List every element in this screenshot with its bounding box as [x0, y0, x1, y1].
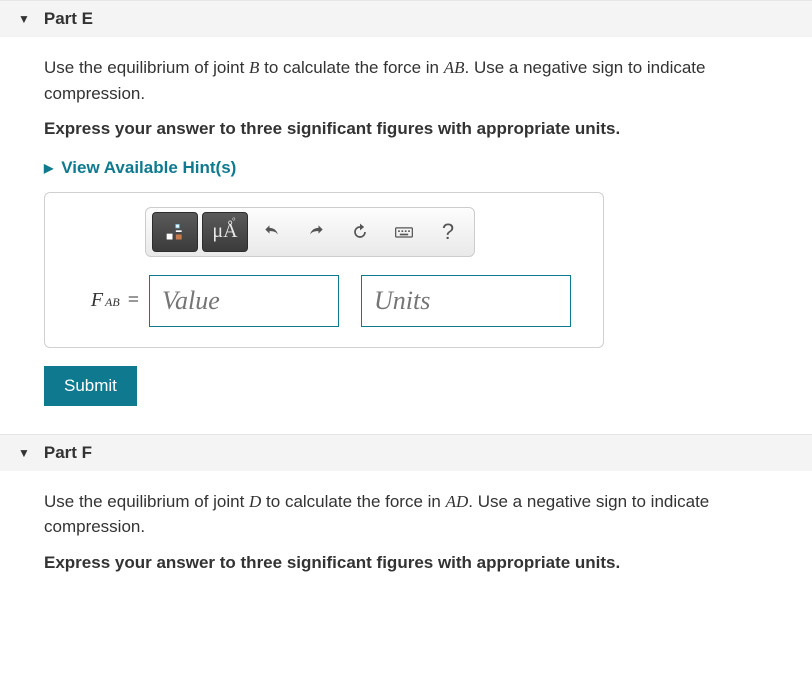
answer-row: FAB =	[61, 275, 587, 327]
part-f-instruction: Express your answer to three significant…	[44, 550, 768, 576]
prompt-text: Use the equilibrium of joint	[44, 58, 249, 77]
part-e-body: Use the equilibrium of joint B to calcul…	[0, 37, 812, 434]
prompt-member: AD	[446, 492, 469, 511]
part-e-prompt: Use the equilibrium of joint B to calcul…	[44, 55, 768, 106]
undo-button[interactable]	[252, 212, 292, 252]
value-input[interactable]	[149, 275, 339, 327]
variable-label: FAB =	[61, 289, 139, 312]
templates-button[interactable]	[152, 212, 198, 252]
part-f-title: Part F	[44, 443, 92, 463]
part-e-instruction: Express your answer to three significant…	[44, 116, 768, 142]
view-hints-toggle[interactable]: ▶ View Available Hint(s)	[44, 158, 236, 178]
reset-button[interactable]	[340, 212, 380, 252]
prompt-text: Use the equilibrium of joint	[44, 492, 249, 511]
part-f-body: Use the equilibrium of joint D to calcul…	[0, 471, 812, 584]
answer-box: μÅ° ?	[44, 192, 604, 348]
chevron-right-icon: ▶	[44, 161, 53, 175]
special-chars-button[interactable]: μÅ°	[202, 212, 248, 252]
chevron-down-icon: ▼	[18, 12, 30, 26]
redo-icon	[306, 222, 326, 242]
keyboard-button[interactable]	[384, 212, 424, 252]
units-input[interactable]	[361, 275, 571, 327]
help-button[interactable]: ?	[428, 212, 468, 252]
prompt-member: AB	[444, 58, 465, 77]
chevron-down-icon: ▼	[18, 446, 30, 460]
part-f-prompt: Use the equilibrium of joint D to calcul…	[44, 489, 768, 540]
prompt-text: to calculate the force in	[259, 58, 443, 77]
prompt-joint: B	[249, 58, 259, 77]
redo-button[interactable]	[296, 212, 336, 252]
part-e-title: Part E	[44, 9, 93, 29]
keyboard-icon	[394, 222, 414, 242]
equation-toolbar: μÅ° ?	[145, 207, 475, 257]
hints-label: View Available Hint(s)	[61, 158, 236, 178]
undo-icon	[262, 222, 282, 242]
part-e-header[interactable]: ▼ Part E	[0, 0, 812, 37]
templates-icon	[165, 222, 185, 242]
mu-angstrom-icon: μÅ°	[212, 220, 237, 243]
variable-main: F	[91, 289, 103, 312]
reset-icon	[350, 222, 370, 242]
prompt-text: to calculate the force in	[261, 492, 445, 511]
prompt-joint: D	[249, 492, 261, 511]
submit-button[interactable]: Submit	[44, 366, 137, 406]
variable-sub: AB	[105, 295, 120, 310]
help-icon: ?	[442, 219, 454, 245]
equals-sign: =	[128, 289, 139, 312]
part-f-header[interactable]: ▼ Part F	[0, 434, 812, 471]
